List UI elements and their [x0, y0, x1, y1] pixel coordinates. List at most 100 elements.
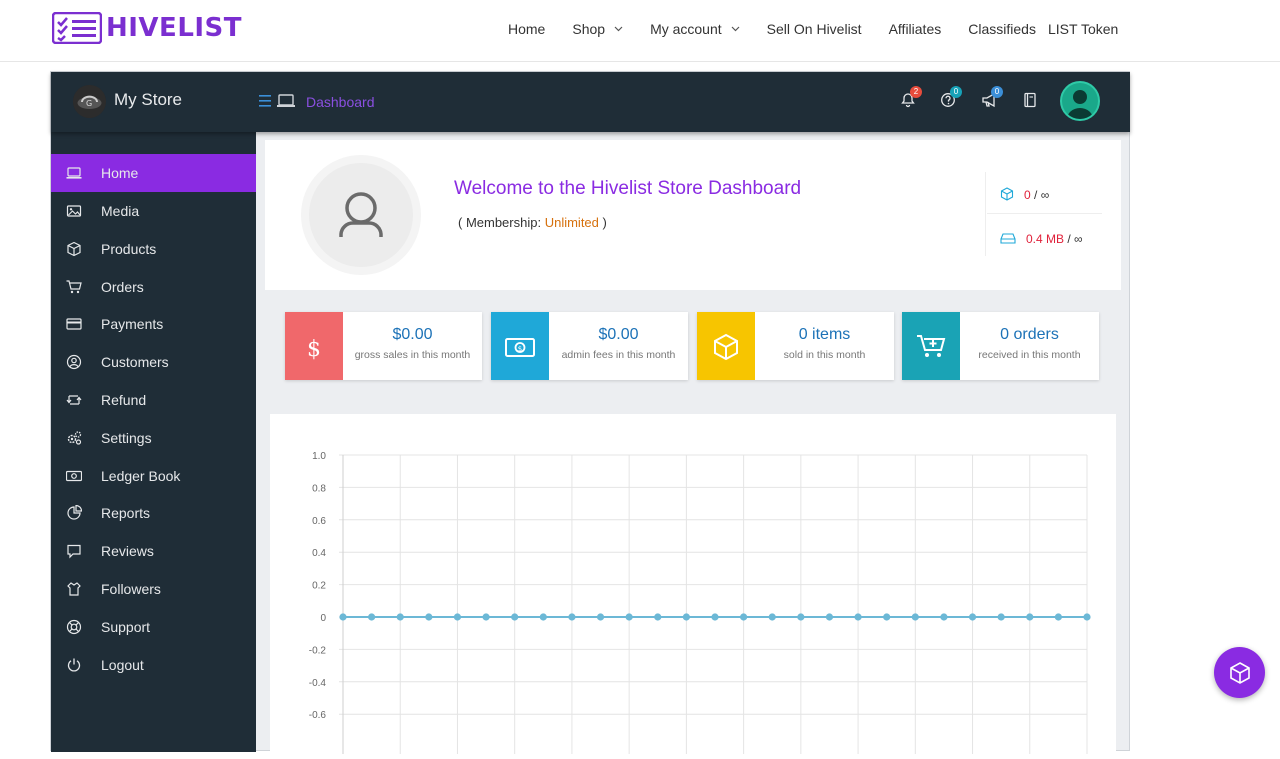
chevron-down-icon — [614, 26, 623, 32]
nav-item-label: Classifieds — [968, 21, 1036, 37]
stat-card-caption: admin fees in this month — [561, 349, 676, 361]
notifications-button[interactable]: 2 — [900, 86, 922, 112]
data-point — [940, 613, 948, 621]
svg-text:$: $ — [307, 337, 321, 362]
sidebar-item-media[interactable]: Media — [51, 192, 256, 230]
sidebar-item-label: Media — [101, 203, 140, 219]
stat-card-1[interactable]: $ $0.00 gross sales in this month — [285, 312, 482, 380]
store-name[interactable]: My Store — [114, 90, 182, 110]
brand-logo[interactable]: HIVELIST — [52, 12, 242, 44]
nav-item-my-account[interactable]: My account — [650, 21, 740, 37]
svg-text:G: G — [86, 99, 92, 108]
stat-card-caption: sold in this month — [783, 349, 866, 361]
sidebar-item-logout[interactable]: Logout — [51, 646, 256, 684]
life-ring-icon — [66, 619, 82, 635]
sidebar-item-reports[interactable]: Reports — [51, 494, 256, 532]
stat-card-4[interactable]: 0 orders received in this month — [902, 312, 1099, 380]
announcements-button[interactable]: 0 — [981, 86, 1003, 112]
data-point — [854, 613, 862, 621]
sidebar-item-products[interactable]: Products — [51, 230, 256, 268]
user-icon — [1067, 90, 1093, 119]
shirt-icon — [67, 582, 81, 596]
product-quick-add-button[interactable] — [1214, 647, 1265, 698]
enquiries-count: 0 — [950, 86, 962, 98]
data-point — [682, 613, 690, 621]
membership-label: ( Membership: — [458, 215, 545, 230]
sidebar: Home Media Products Orders Payments Customers… — [51, 132, 256, 752]
cart-icon — [66, 280, 82, 294]
enquiries-button[interactable]: 0 — [940, 86, 962, 112]
dashboard-header: G My Store Dashboard 2 0 0 — [51, 72, 1130, 132]
nav-item-label: Home — [508, 21, 546, 37]
cart-plus-icon — [917, 335, 946, 357]
nav-item-label: Affiliates — [888, 21, 942, 37]
sidebar-item-followers[interactable]: Followers — [51, 570, 256, 608]
nav-item-classifieds[interactable]: Classifieds — [968, 21, 1036, 37]
user-circle-icon — [66, 354, 82, 370]
divider — [987, 213, 1102, 214]
nav-item-home[interactable]: Home — [508, 21, 545, 37]
breadcrumb[interactable]: Dashboard — [306, 94, 375, 110]
user-avatar[interactable] — [1060, 81, 1100, 121]
products-used: 0 — [1024, 188, 1031, 202]
sidebar-item-payments[interactable]: Payments — [51, 305, 256, 343]
data-point — [711, 613, 719, 621]
data-point — [825, 613, 834, 621]
chevron-down-icon — [731, 26, 740, 32]
nav-item-list-token[interactable]: LIST Token — [1048, 21, 1118, 37]
welcome-title: Welcome to the Hivelist Store Dashboard — [454, 178, 802, 199]
sidebar-item-label: Support — [101, 619, 151, 635]
stat-card-2[interactable]: $ $0.00 admin fees in this month — [491, 312, 688, 380]
sidebar-item-reviews[interactable]: Reviews — [51, 532, 256, 570]
knowledgebase-button[interactable] — [1023, 92, 1043, 112]
pie-chart-icon — [67, 505, 82, 520]
nav-item-shop[interactable]: Shop — [572, 21, 623, 37]
sidebar-item-refund[interactable]: Refund — [51, 381, 256, 419]
data-point — [368, 613, 376, 621]
menu-toggle[interactable] — [259, 94, 299, 113]
membership-value[interactable]: Unlimited — [545, 215, 599, 230]
data-point — [797, 613, 805, 621]
sidebar-item-label: Orders — [101, 279, 144, 295]
sidebar-item-label: Logout — [101, 657, 144, 673]
data-point — [539, 613, 547, 621]
y-tick-label: 0.2 — [312, 581, 326, 592]
cube-icon — [1229, 661, 1250, 684]
stat-card-value: $0.00 — [392, 326, 433, 343]
sidebar-item-home[interactable]: Home — [51, 154, 256, 192]
sidebar-item-customers[interactable]: Customers — [51, 343, 256, 381]
data-point — [911, 613, 919, 621]
sidebar-item-label: Customers — [101, 354, 169, 370]
data-point — [596, 613, 605, 621]
stat-card-value: 0 items — [798, 326, 851, 343]
store-profile-avatar — [301, 155, 421, 275]
products-limit-stat: 0 / ∞ — [1000, 187, 1049, 202]
hdd-icon — [1000, 233, 1016, 244]
welcome-panel: Welcome to the Hivelist Store Dashboard … — [265, 140, 1121, 290]
store-logo[interactable]: G — [73, 85, 106, 118]
data-point — [511, 613, 519, 621]
sidebar-item-label: Home — [101, 165, 139, 181]
sidebar-item-orders[interactable]: Orders — [51, 268, 256, 306]
sidebar-item-ledger-book[interactable]: Ledger Book — [51, 457, 256, 495]
sidebar-item-support[interactable]: Support — [51, 608, 256, 646]
stat-card-value: $0.00 — [598, 326, 639, 343]
nav-item-label: My account — [650, 21, 722, 37]
sidebar-item-label: Followers — [101, 581, 161, 597]
sidebar-item-settings[interactable]: Settings — [51, 419, 256, 457]
top-navbar: HIVELIST Home Shop My account Sell On Hivel… — [0, 0, 1280, 62]
data-point — [1026, 613, 1034, 621]
nav-item-affiliates[interactable]: Affiliates — [889, 21, 942, 37]
stat-card-3[interactable]: 0 items sold in this month — [697, 312, 894, 380]
stat-card-icon-box — [902, 312, 960, 380]
cube-icon — [1000, 187, 1014, 201]
space-limit: / ∞ — [1067, 232, 1083, 246]
y-tick-label: -0.4 — [309, 678, 327, 689]
sidebar-item-label: Reports — [101, 505, 151, 521]
credit-card-icon — [66, 318, 82, 330]
main-content: Welcome to the Hivelist Store Dashboard … — [256, 132, 1130, 757]
nav-item-sell-on-hivelist[interactable]: Sell On Hivelist — [767, 21, 862, 37]
book-icon — [1024, 92, 1036, 108]
data-point — [768, 613, 776, 621]
membership-suffix: ) — [598, 215, 607, 230]
